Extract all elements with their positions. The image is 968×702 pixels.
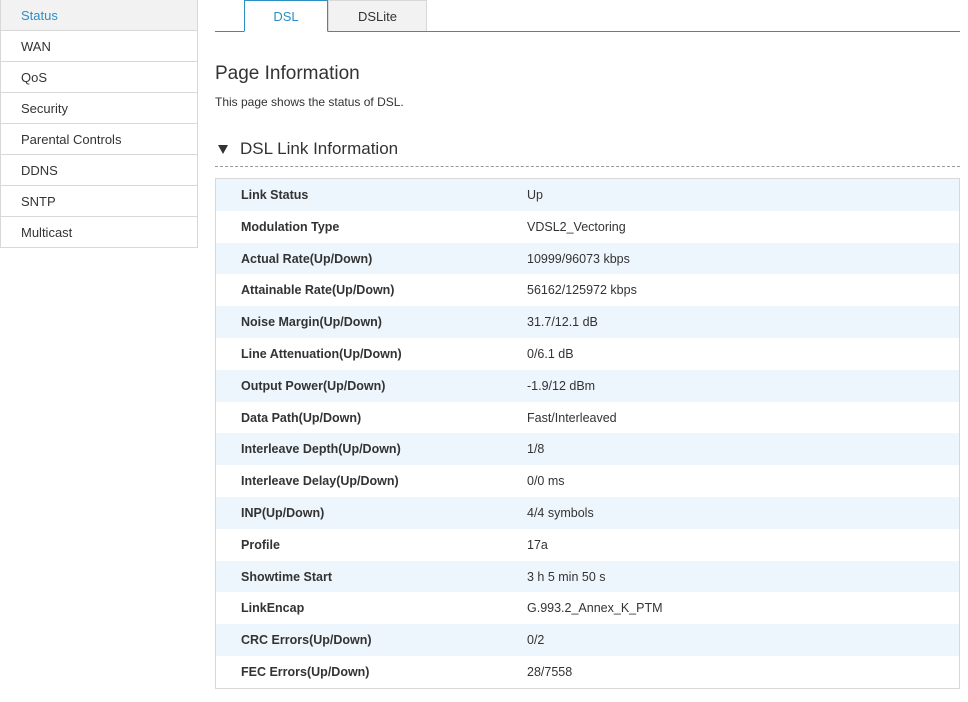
table-row: Actual Rate(Up/Down) 10999/96073 kbps	[216, 242, 959, 275]
sidebar-nav: Status WAN QoS Security Parental Control…	[0, 0, 198, 248]
table-row: Link Status Up	[216, 179, 959, 211]
table-row: Line Attenuation(Up/Down) 0/6.1 dB	[216, 337, 959, 370]
row-value: 17a	[527, 537, 548, 552]
row-label: FEC Errors(Up/Down)	[241, 664, 370, 679]
sidebar-item-parental-controls[interactable]: Parental Controls	[1, 124, 197, 155]
row-value: 0/6.1 dB	[527, 346, 574, 361]
row-label: Line Attenuation(Up/Down)	[241, 346, 402, 361]
tab-dslite[interactable]: DSLite	[328, 0, 427, 31]
row-label: Data Path(Up/Down)	[241, 410, 362, 425]
table-row: Profile 17a	[216, 528, 959, 561]
row-value: -1.9/12 dBm	[527, 378, 596, 393]
collapse-triangle-icon[interactable]	[218, 145, 228, 154]
tab-bar: DSL DSLite	[215, 0, 960, 32]
table-row: Modulation Type VDSL2_Vectoring	[216, 210, 959, 243]
row-label: Showtime Start	[241, 569, 332, 584]
tab-dsl[interactable]: DSL	[244, 0, 328, 32]
table-row: Data Path(Up/Down) Fast/Interleaved	[216, 401, 959, 434]
row-value: 10999/96073 kbps	[527, 251, 630, 266]
table-row: CRC Errors(Up/Down) 0/2	[216, 624, 959, 656]
row-label: Interleave Depth(Up/Down)	[241, 442, 401, 457]
page-title: Page Information	[215, 63, 360, 84]
row-value: 31.7/12.1 dB	[527, 315, 598, 330]
row-label: Actual Rate(Up/Down)	[241, 251, 373, 266]
table-row: FEC Errors(Up/Down) 28/7558	[216, 655, 959, 688]
row-label: LinkEncap	[241, 601, 305, 616]
section-title: DSL Link Information	[240, 139, 399, 158]
sidebar-item-multicast[interactable]: Multicast	[1, 217, 197, 248]
row-value: 0/0 ms	[527, 474, 565, 489]
row-value: 1/8	[527, 442, 545, 457]
table-row: Interleave Depth(Up/Down) 1/8	[216, 433, 959, 466]
sidebar-item-wan[interactable]: WAN	[1, 31, 197, 62]
row-value: 28/7558	[527, 664, 573, 679]
row-value: 3 h 5 min 50 s	[527, 569, 606, 584]
row-label: Noise Margin(Up/Down)	[241, 315, 382, 330]
row-label: Profile	[241, 537, 280, 552]
sidebar-item-sntp[interactable]: SNTP	[1, 186, 197, 217]
row-value: Fast/Interleaved	[527, 410, 617, 425]
sidebar-item-qos[interactable]: QoS	[1, 62, 197, 93]
row-label: INP(Up/Down)	[241, 505, 325, 520]
table-row: Noise Margin(Up/Down) 31.7/12.1 dB	[216, 306, 959, 338]
row-label: Interleave Delay(Up/Down)	[241, 474, 399, 489]
row-value: 56162/125972 kbps	[527, 283, 637, 298]
sidebar-item-security[interactable]: Security	[1, 93, 197, 124]
page-description: This page shows the status of DSL.	[215, 95, 404, 109]
table-row: INP(Up/Down) 4/4 symbols	[216, 496, 959, 529]
table-row: Attainable Rate(Up/Down) 56162/125972 kb…	[216, 274, 959, 307]
row-label: Link Status	[241, 188, 309, 202]
sidebar-item-ddns[interactable]: DDNS	[1, 155, 197, 186]
table-row: Showtime Start 3 h 5 min 50 s	[216, 560, 959, 593]
row-label: CRC Errors(Up/Down)	[241, 633, 372, 648]
table-row: Output Power(Up/Down) -1.9/12 dBm	[216, 369, 959, 402]
row-value: 0/2	[527, 633, 545, 648]
sidebar-item-status[interactable]: Status	[1, 0, 197, 31]
row-value: 4/4 symbols	[527, 505, 594, 520]
section-header-dsl-link-info[interactable]: DSL Link Information	[215, 136, 960, 167]
row-label: Modulation Type	[241, 219, 340, 234]
row-value: Up	[527, 188, 543, 202]
table-row: LinkEncap G.993.2_Annex_K_PTM	[216, 592, 959, 625]
row-value: VDSL2_Vectoring	[527, 219, 626, 234]
row-value: G.993.2_Annex_K_PTM	[527, 601, 663, 616]
dsl-info-table: Link Status Up Modulation Type VDSL2_Vec…	[215, 178, 960, 689]
table-row: Interleave Delay(Up/Down) 0/0 ms	[216, 465, 959, 497]
row-label: Output Power(Up/Down)	[241, 378, 386, 393]
row-label: Attainable Rate(Up/Down)	[241, 283, 395, 298]
